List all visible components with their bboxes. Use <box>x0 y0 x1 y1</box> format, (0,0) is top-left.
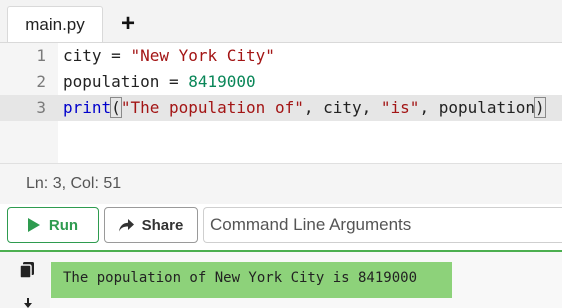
run-button[interactable]: Run <box>7 207 99 243</box>
code-text: population = 8419000 <box>63 72 256 91</box>
code-line-2[interactable]: 2 population = 8419000 <box>0 69 562 95</box>
program-output: The population of New York City is 84190… <box>51 262 452 298</box>
line-number: 3 <box>36 98 46 117</box>
code-text: print("The population of", city, "is", p… <box>63 97 546 118</box>
output-panel: The population of New York City is 84190… <box>0 250 562 308</box>
command-line-arguments-input[interactable] <box>203 207 562 243</box>
code-line-1[interactable]: 1 city = "New York City" <box>0 43 562 69</box>
plus-icon: + <box>120 10 135 37</box>
editor-status-bar: Ln: 3, Col: 51 <box>0 163 562 204</box>
share-arrow-icon <box>118 218 134 231</box>
tab-main-py[interactable]: main.py <box>7 6 103 42</box>
add-tab-button[interactable]: + <box>110 9 146 39</box>
copy-icon[interactable] <box>20 262 34 278</box>
code-editor[interactable]: 1 city = "New York City" 2 population = … <box>0 43 562 163</box>
play-icon <box>27 218 40 232</box>
code-text: city = "New York City" <box>63 46 275 65</box>
run-label: Run <box>48 216 79 234</box>
share-label: Share <box>141 216 184 234</box>
cursor-position: Ln: 3, Col: 51 <box>26 175 122 192</box>
code-line-3[interactable]: 3 print("The population of", city, "is",… <box>0 95 562 121</box>
share-button[interactable]: Share <box>104 207 198 243</box>
download-icon[interactable] <box>22 298 34 308</box>
output-toolbar <box>0 252 50 308</box>
line-number: 2 <box>36 72 46 91</box>
tab-label: main.py <box>25 14 85 34</box>
file-tab-bar: main.py + <box>0 0 562 43</box>
line-number: 1 <box>36 46 46 65</box>
